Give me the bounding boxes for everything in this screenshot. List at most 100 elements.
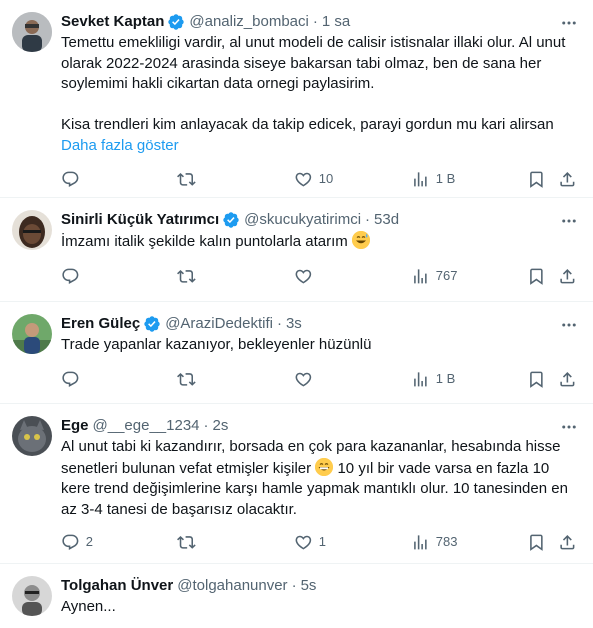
repost-button[interactable] (177, 370, 202, 389)
reply-button[interactable] (61, 170, 86, 189)
views-count: 783 (435, 534, 458, 550)
tweet-actions: 1 B (61, 361, 577, 399)
timestamp[interactable]: 5s (301, 576, 317, 596)
tweet[interactable]: Eren Güleç @AraziDedektifi · 3s Trade ya… (0, 302, 593, 404)
display-name[interactable]: Eren Güleç (61, 314, 140, 334)
views-icon (411, 533, 430, 552)
grinning-sweat-emoji (351, 231, 370, 249)
verified-badge-icon (167, 13, 185, 31)
user-handle[interactable]: @skucukyatirimci (244, 210, 361, 230)
like-count: 10 (318, 170, 334, 186)
more-options-button[interactable] (559, 418, 579, 436)
display-name[interactable]: Sevket Kaptan (61, 12, 164, 32)
avatar[interactable] (12, 314, 52, 354)
views-count: 1 B (435, 170, 456, 186)
user-handle[interactable]: @tolgahanunver (177, 576, 287, 596)
repost-button[interactable] (177, 533, 202, 552)
repost-icon (177, 267, 196, 286)
repost-icon (177, 170, 196, 189)
like-button[interactable] (294, 267, 319, 286)
like-button[interactable]: 1 (294, 533, 326, 552)
separator-dot: · (291, 577, 297, 594)
tweet-text-content: İmzamı italik şekilde kalın puntolarla a… (61, 233, 348, 250)
reply-button[interactable]: 2 (61, 533, 93, 552)
tweet[interactable]: Tolgahan Ünver @tolgahanunver · 5s Aynen… (0, 564, 593, 628)
reply-icon (61, 170, 80, 189)
bookmark-button[interactable] (527, 533, 546, 552)
tweet[interactable]: Sinirli Küçük Yatırımcı @skucukyatirimci… (0, 198, 593, 302)
timestamp[interactable]: 1 sa (322, 12, 350, 32)
avatar[interactable] (12, 416, 52, 456)
share-icon (558, 533, 577, 552)
repost-icon (177, 533, 196, 552)
tweet-text: Trade yapanlar kazanıyor, bekleyenler hü… (61, 336, 372, 353)
share-button[interactable] (558, 533, 577, 552)
like-button[interactable] (294, 370, 319, 389)
tweet-header: Sinirli Küçük Yatırımcı @skucukyatirimci… (61, 210, 577, 230)
tweet-actions: 10 1 B (61, 161, 577, 199)
tweet[interactable]: Sevket Kaptan @analiz_bombaci · 1 sa Tem… (0, 0, 593, 198)
views-button[interactable]: 1 B (411, 370, 455, 389)
views-icon (411, 170, 430, 189)
share-button[interactable] (558, 170, 577, 189)
more-icon (560, 316, 578, 334)
tweet-text: Aynen... (61, 598, 116, 615)
user-handle[interactable]: @analiz_bombaci (189, 12, 308, 32)
avatar[interactable] (12, 12, 52, 52)
tweet-header: Ege @__ege__1234 · 2s (61, 416, 577, 436)
views-count: 767 (435, 267, 458, 283)
separator-dot: · (312, 13, 318, 30)
display-name[interactable]: Ege (61, 416, 89, 436)
reply-icon (61, 370, 80, 389)
more-options-button[interactable] (559, 14, 579, 32)
tweet-text: Temettu emekliligi vardir, al unut model… (61, 34, 566, 133)
avatar[interactable] (12, 576, 52, 616)
tweet-header: Tolgahan Ünver @tolgahanunver · 5s (61, 576, 577, 596)
verified-badge-icon (222, 211, 240, 229)
tweet-text: İmzamı italik şekilde kalın puntolarla a… (61, 231, 577, 253)
user-handle[interactable]: @__ege__1234 (93, 416, 200, 436)
tweet-header: Sevket Kaptan @analiz_bombaci · 1 sa (61, 12, 577, 32)
views-count: 1 B (435, 370, 456, 386)
repost-icon (177, 370, 196, 389)
views-icon (411, 267, 430, 286)
timeline: Sevket Kaptan @analiz_bombaci · 1 sa Tem… (0, 0, 593, 628)
bookmark-button[interactable] (527, 267, 546, 286)
like-count: 1 (318, 534, 326, 550)
timestamp[interactable]: 2s (213, 416, 229, 436)
verified-badge-icon (143, 315, 161, 333)
like-icon (294, 533, 313, 552)
like-button[interactable]: 10 (294, 170, 333, 189)
tweet[interactable]: Ege @__ege__1234 · 2s Al unut tabi ki ka… (0, 404, 593, 564)
display-name[interactable]: Sinirli Küçük Yatırımcı (61, 210, 219, 230)
separator-dot: · (276, 315, 282, 332)
tweet-header: Eren Güleç @AraziDedektifi · 3s (61, 314, 577, 334)
bookmark-button[interactable] (527, 170, 546, 189)
timestamp[interactable]: 53d (374, 210, 399, 230)
reply-button[interactable] (61, 370, 86, 389)
more-options-button[interactable] (559, 316, 579, 334)
reply-button[interactable] (61, 267, 86, 286)
show-more-link[interactable]: Daha fazla göster (61, 136, 577, 156)
display-name[interactable]: Tolgahan Ünver (61, 576, 173, 596)
views-button[interactable]: 767 (411, 267, 457, 286)
like-icon (294, 267, 313, 286)
views-button[interactable]: 1 B (411, 170, 455, 189)
timestamp[interactable]: 3s (286, 314, 302, 334)
separator-dot: · (203, 417, 209, 434)
bookmark-button[interactable] (527, 370, 546, 389)
share-button[interactable] (558, 370, 577, 389)
avatar[interactable] (12, 210, 52, 250)
repost-button[interactable] (177, 170, 202, 189)
reply-icon (61, 533, 80, 552)
share-icon (558, 267, 577, 286)
share-icon (558, 370, 577, 389)
like-icon (294, 170, 313, 189)
share-button[interactable] (558, 267, 577, 286)
repost-button[interactable] (177, 267, 202, 286)
more-options-button[interactable] (559, 212, 579, 230)
bookmark-icon (527, 267, 546, 286)
user-handle[interactable]: @AraziDedektifi (165, 314, 273, 334)
tweet-text: Al unut tabi ki kazandırır, borsada en ç… (61, 437, 577, 520)
views-button[interactable]: 783 (411, 533, 457, 552)
